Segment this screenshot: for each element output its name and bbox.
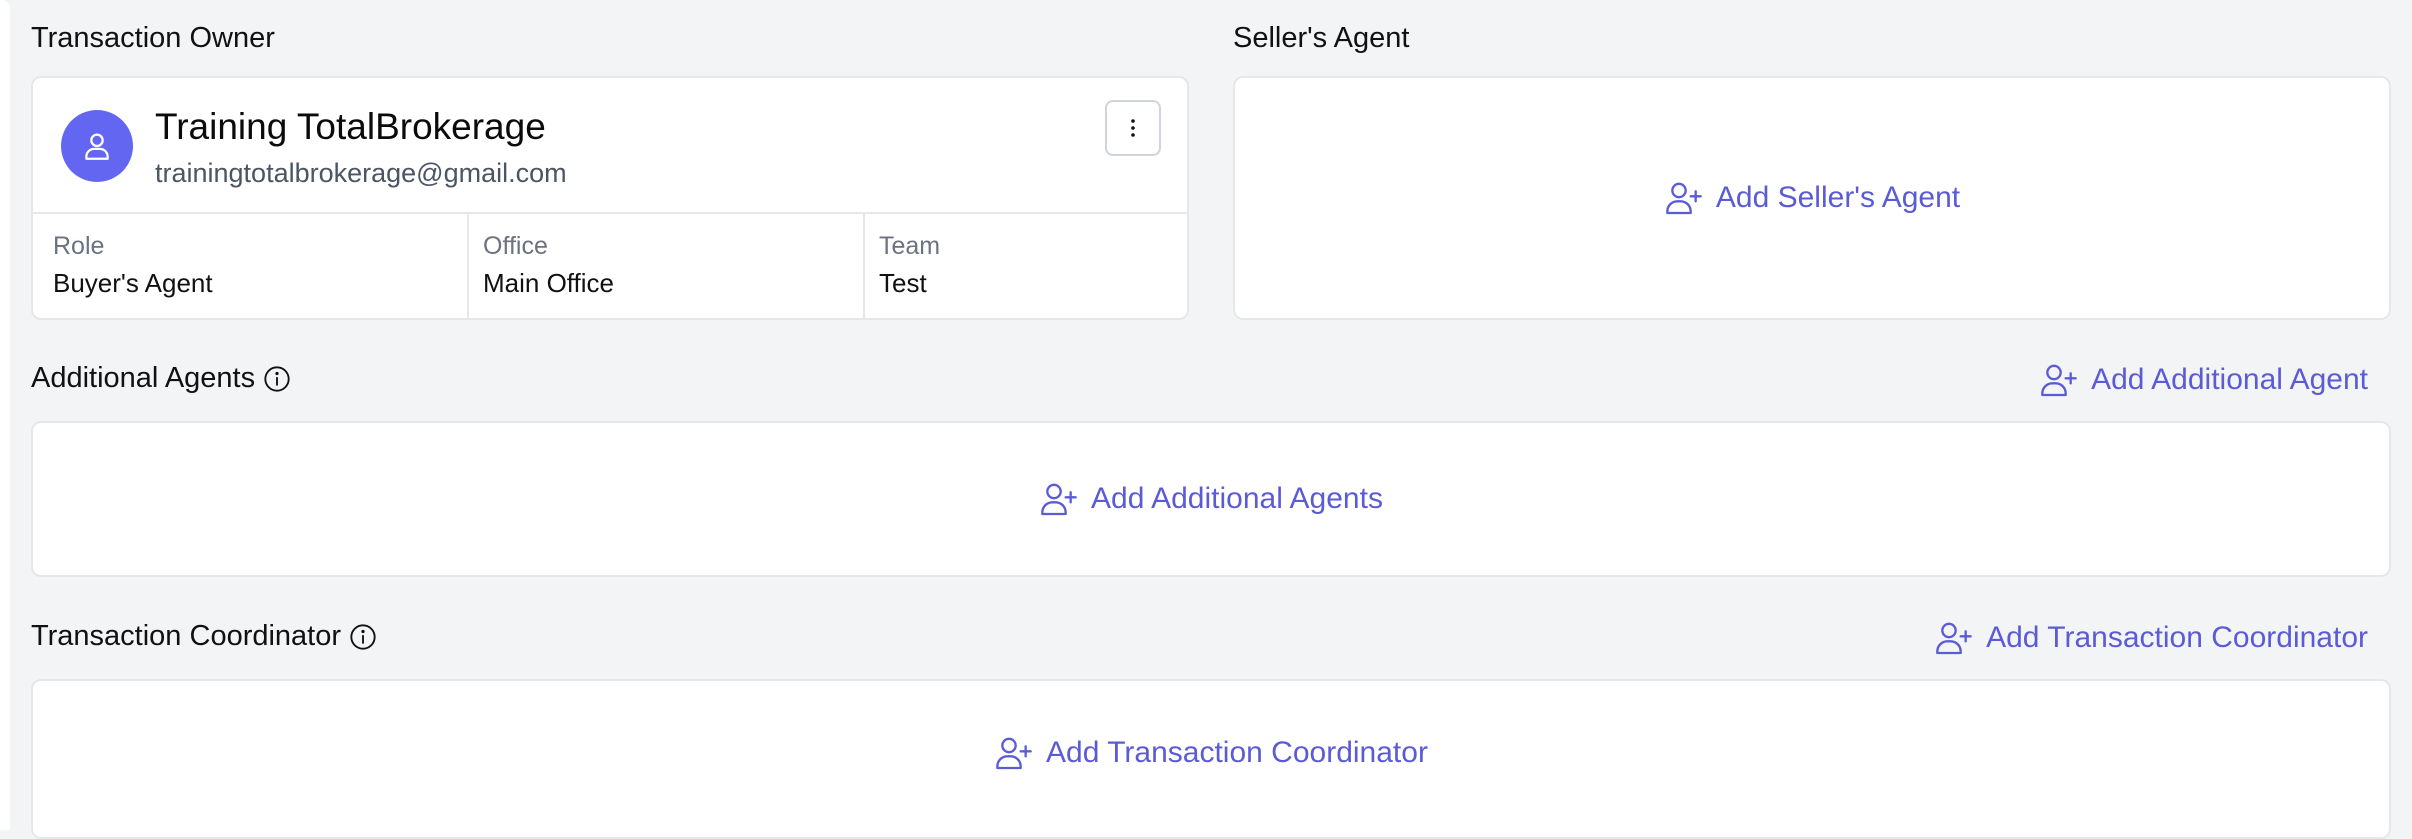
owner-menu-button[interactable]: [1105, 100, 1161, 156]
transaction-coordinator-heading: Transaction Coordinator: [31, 620, 377, 653]
owner-email: trainingtotalbrokerage@gmail.com: [155, 158, 567, 188]
team-cell: Team Test: [863, 214, 1187, 318]
add-sellers-agent-label: Add Seller's Agent: [1715, 181, 1961, 214]
sellers-agent-card: Add Seller's Agent: [1233, 76, 2391, 320]
left-panel-edge: [0, 0, 10, 830]
info-icon[interactable]: [349, 623, 377, 651]
additional-agents-card: Add Additional Agents: [31, 421, 2391, 577]
add-additional-agents-label: Add Additional Agents: [1091, 482, 1383, 515]
team-value: Test: [879, 268, 927, 298]
add-transaction-coordinator-header-button[interactable]: Add Transaction Coordinator: [1934, 618, 2368, 658]
additional-agents-heading: Additional Agents: [31, 362, 291, 395]
additional-agents-header-action: Add Additional Agent: [2039, 360, 2368, 400]
add-additional-agent-label: Add Additional Agent: [2091, 363, 2368, 396]
add-sellers-agent-button[interactable]: Add Seller's Agent: [1664, 178, 1960, 218]
owner-name: Training TotalBrokerage: [155, 106, 546, 147]
add-additional-agents-button[interactable]: Add Additional Agents: [1039, 479, 1383, 519]
sellers-agent-heading: Seller's Agent: [1233, 22, 1409, 55]
additional-agents-title: Additional Agents: [31, 362, 256, 394]
additional-agents-empty-state: Add Additional Agents: [33, 423, 2389, 575]
owner-details: Role Buyer's Agent Office Main Office Te…: [33, 214, 1187, 318]
role-label: Role: [53, 232, 105, 260]
transaction-coordinator-title: Transaction Coordinator: [31, 620, 342, 652]
transaction-owner-heading: Transaction Owner: [31, 22, 275, 55]
avatar: [61, 110, 133, 182]
transaction-owner-title: Transaction Owner: [31, 22, 275, 54]
transaction-owner-card: Training TotalBrokerage trainingtotalbro…: [31, 76, 1189, 320]
office-value: Main Office: [483, 268, 615, 298]
user-plus-icon: [2041, 364, 2077, 397]
user-plus-icon: [1041, 483, 1077, 516]
user-plus-icon: [1666, 182, 1702, 215]
user-icon: [85, 133, 109, 160]
transaction-coordinator-header-action: Add Transaction Coordinator: [1934, 618, 2368, 658]
add-transaction-coordinator-button[interactable]: Add Transaction Coordinator: [994, 733, 1428, 773]
add-transaction-coordinator-header-label: Add Transaction Coordinator: [1986, 621, 2368, 654]
transaction-coordinator-empty-state: Add Transaction Coordinator: [33, 681, 2389, 825]
more-vertical-icon: [1131, 119, 1135, 137]
role-value: Buyer's Agent: [53, 268, 213, 298]
transaction-coordinator-card: Add Transaction Coordinator: [31, 679, 2391, 839]
office-label: Office: [483, 232, 548, 260]
team-label: Team: [879, 232, 941, 260]
user-plus-icon: [1936, 622, 1972, 655]
info-icon[interactable]: [263, 365, 291, 393]
owner-header: Training TotalBrokerage trainingtotalbro…: [33, 78, 1187, 214]
user-plus-icon: [996, 737, 1032, 770]
sellers-agent-title: Seller's Agent: [1233, 22, 1410, 54]
add-transaction-coordinator-label: Add Transaction Coordinator: [1046, 736, 1428, 769]
office-cell: Office Main Office: [467, 214, 863, 318]
sellers-agent-empty-state: Add Seller's Agent: [1235, 78, 2389, 318]
add-additional-agent-button[interactable]: Add Additional Agent: [2039, 360, 2368, 400]
role-cell: Role Buyer's Agent: [33, 214, 467, 318]
